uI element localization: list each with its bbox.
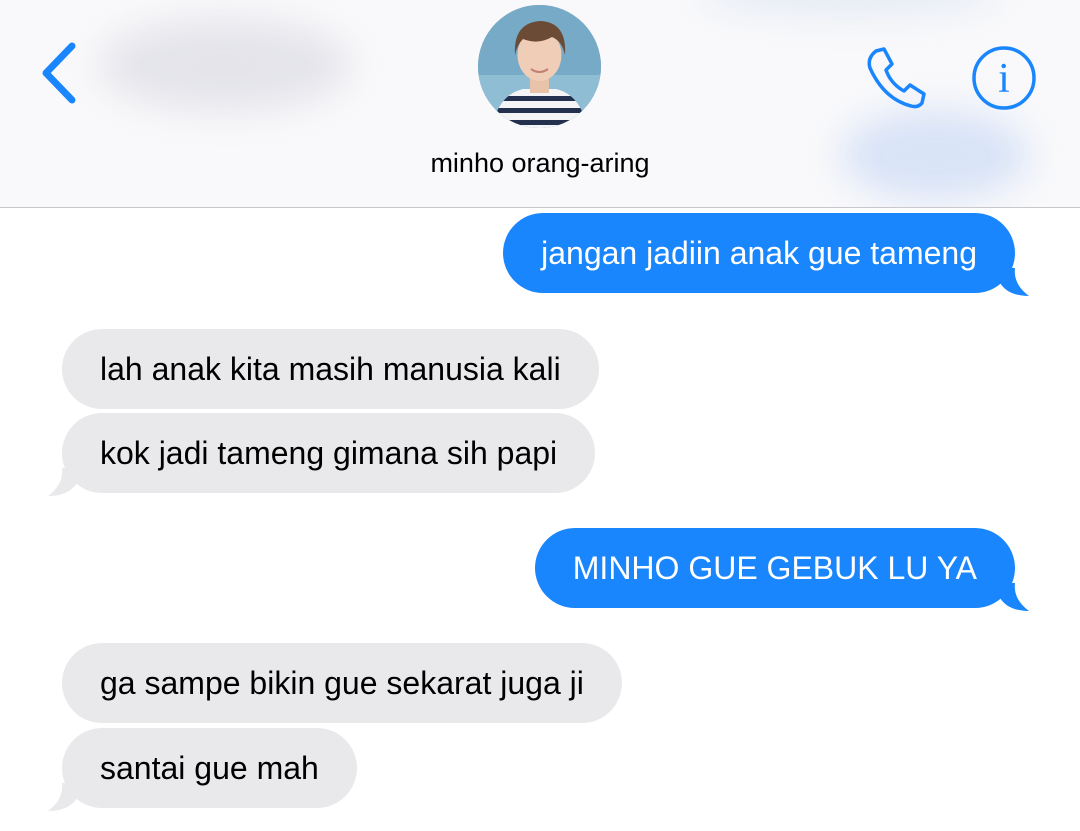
message-incoming[interactable]: lah anak kita masih manusia kali [62,329,599,409]
blurred-region [700,0,1000,15]
message-incoming[interactable]: santai gue mah [48,728,357,811]
blurred-region [100,20,350,110]
message-text: jangan jadiin anak gue tameng [503,213,1015,293]
message-text: kok jadi tameng gimana sih papi [62,413,596,493]
bubble-tail [48,468,80,496]
svg-text:i: i [998,56,1010,102]
message-text: MINHO GUE GEBUK LU YA [534,528,1015,608]
call-button[interactable] [860,44,930,110]
bubble-tail [997,268,1029,296]
info-icon: i [972,46,1036,110]
info-button[interactable]: i [970,44,1038,112]
message-text: ga sampe bikin gue sekarat juga ji [62,643,622,723]
message-incoming[interactable]: ga sampe bikin gue sekarat juga ji [62,643,622,723]
phone-icon [867,47,926,109]
contact-avatar[interactable] [478,5,601,128]
message-outgoing[interactable]: jangan jadiin anak gue tameng [503,213,1029,296]
bubble-tail [48,783,80,811]
message-outgoing[interactable]: MINHO GUE GEBUK LU YA [534,528,1029,611]
contact-name[interactable]: minho orang-aring [0,148,1080,179]
back-button[interactable] [36,40,86,104]
message-text: santai gue mah [62,728,357,808]
conversation-header: minho orang-aring i [0,0,1080,208]
bubble-tail [997,583,1029,611]
chevron-left-icon [42,42,76,104]
message-incoming[interactable]: kok jadi tameng gimana sih papi [48,413,596,496]
message-text: lah anak kita masih manusia kali [62,329,599,409]
avatar-photo [478,5,601,128]
